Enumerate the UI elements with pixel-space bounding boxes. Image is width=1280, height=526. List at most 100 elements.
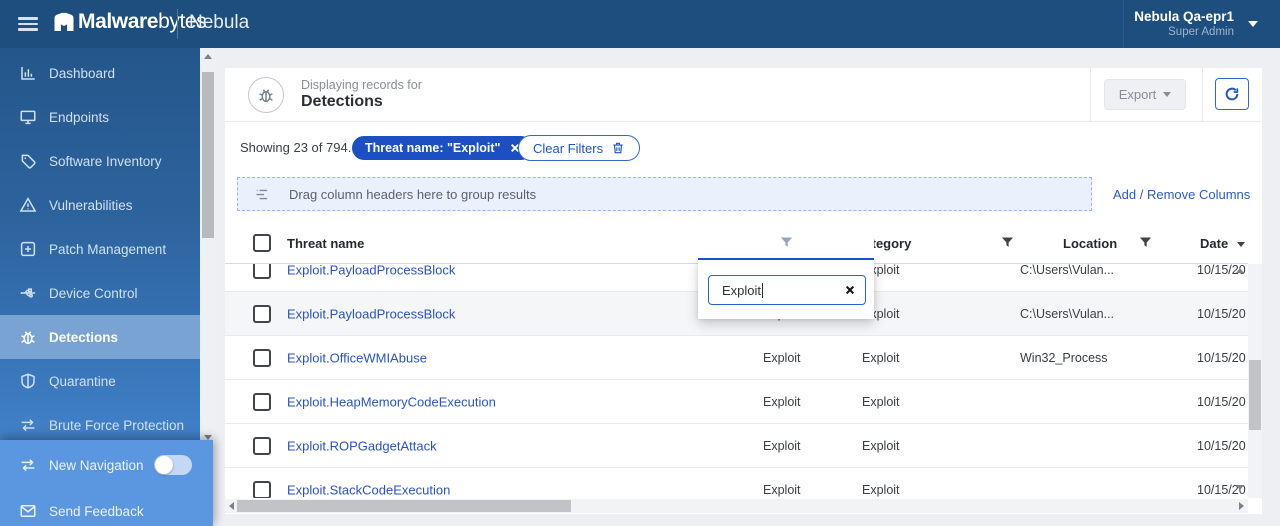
group-drop-zone[interactable]: Drag column headers here to group result…	[237, 177, 1092, 211]
category-cell: Exploit	[862, 350, 900, 365]
vertical-scrollbar-thumb[interactable]	[1249, 360, 1261, 430]
select-all-checkbox[interactable]	[253, 234, 271, 252]
text-cursor	[762, 282, 764, 298]
sidebar-item-patch-management[interactable]: Patch Management	[0, 227, 200, 271]
column-header-location[interactable]: Location	[1063, 236, 1117, 251]
row-checkbox[interactable]	[253, 264, 271, 279]
clear-filters-label: Clear Filters	[533, 140, 604, 156]
sidebar-item-software-inventory[interactable]: Software Inventory	[0, 139, 200, 183]
header-divider	[1202, 68, 1203, 122]
column-header-threat-name[interactable]: Threat name	[287, 236, 364, 251]
export-button[interactable]: Export	[1104, 79, 1186, 110]
showing-count: Showing 23 of 794.	[240, 140, 352, 155]
sidebar-item-label: Patch Management	[49, 241, 167, 257]
brand-bold: Malware	[78, 10, 159, 33]
sidebar-item-label: Brute Force Protection	[49, 417, 185, 433]
grid-scroll-up-icon[interactable]	[1236, 268, 1244, 273]
add-remove-columns-link[interactable]: Add / Remove Columns	[1113, 187, 1250, 202]
sidebar-item-label: Vulnerabilities	[49, 197, 133, 213]
envelope-icon	[20, 505, 36, 517]
row-checkbox[interactable]	[253, 393, 271, 411]
row-checkbox[interactable]	[253, 481, 271, 498]
swap-arrows-icon	[21, 419, 35, 432]
sidebar-item-label: Endpoints	[49, 109, 110, 125]
new-navigation-item[interactable]: New Navigation	[0, 447, 213, 483]
shield-icon	[21, 373, 35, 389]
account-role: Super Admin	[1168, 26, 1234, 38]
export-label: Export	[1118, 87, 1157, 102]
header-divider	[1090, 68, 1091, 122]
table-row: Exploit.OfficeWMIAbuse Exploit Exploit W…	[225, 336, 1248, 380]
column-filter-popup: Exploit	[698, 227, 874, 319]
bug-icon	[21, 331, 35, 345]
close-icon	[845, 285, 855, 295]
malwarebytes-m-icon	[54, 12, 74, 31]
group-hint-text: Drag column headers here to group result…	[289, 186, 537, 202]
table-horizontal-scrollbar[interactable]	[225, 499, 1248, 513]
sort-caret-down-icon[interactable]	[1237, 242, 1245, 247]
table-row: Exploit.ROPGadgetAttack Exploit Exploit …	[225, 424, 1248, 468]
sidebar-scrollbar-thumb[interactable]	[202, 72, 214, 238]
sidebar-item-detections[interactable]: Detections	[0, 315, 200, 359]
toggle-knob	[154, 456, 173, 474]
page-subtitle: Displaying records for	[301, 78, 422, 92]
grid-scroll-down-icon[interactable]	[1236, 485, 1244, 490]
warning-triangle-icon	[19, 197, 37, 212]
sidebar-item-endpoints[interactable]: Endpoints	[0, 95, 200, 139]
filter-funnel-icon[interactable]	[1000, 235, 1015, 250]
filter-popup-body: Exploit	[698, 260, 874, 319]
account-menu[interactable]: Nebula Qa-epr1 Super Admin	[1134, 8, 1234, 39]
clear-filters-button[interactable]: Clear Filters	[518, 135, 641, 161]
page-title: Detections	[301, 93, 383, 110]
hamburger-menu-icon[interactable]	[18, 17, 38, 31]
filter-popup-header[interactable]	[698, 227, 874, 260]
horizontal-scrollbar-thumb[interactable]	[237, 500, 571, 512]
sidebar-item-label: Dashboard	[49, 65, 116, 81]
new-navigation-toggle[interactable]	[153, 455, 192, 475]
detections-card: Displaying records for Detections Export…	[225, 68, 1262, 514]
sidebar-scrollbar[interactable]	[201, 48, 215, 446]
threat-name-filter-chip[interactable]: Threat name: "Exploit"	[352, 136, 533, 160]
threat-name-link[interactable]: Exploit.HeapMemoryCodeExecution	[287, 394, 496, 409]
refresh-button[interactable]	[1215, 78, 1249, 110]
scroll-right-arrow-icon[interactable]	[1239, 502, 1244, 510]
group-columns-icon	[256, 189, 268, 199]
date-cell: 10/15/20	[1197, 350, 1246, 365]
action-cell: Exploit	[763, 482, 801, 497]
chevron-down-icon[interactable]	[1248, 21, 1258, 27]
app-name: Nebula	[189, 12, 250, 33]
column-header-date[interactable]: Date	[1200, 236, 1228, 251]
category-cell: Exploit	[862, 438, 900, 453]
new-navigation-label: New Navigation	[49, 457, 144, 473]
threat-name-link[interactable]: Exploit.StackCodeExecution	[287, 482, 450, 497]
filter-funnel-icon[interactable]	[1138, 235, 1153, 250]
sidebar-item-device-control[interactable]: Device Control	[0, 271, 200, 315]
table-vertical-scrollbar[interactable]	[1248, 264, 1262, 498]
category-cell: Exploit	[862, 394, 900, 409]
plus-square-icon	[20, 241, 36, 257]
usb-icon	[20, 288, 36, 298]
sidebar-item-dashboard[interactable]: Dashboard	[0, 51, 200, 95]
threat-name-link[interactable]: Exploit.ROPGadgetAttack	[287, 438, 437, 453]
table-row: Exploit.HeapMemoryCodeExecution Exploit …	[225, 380, 1248, 424]
filter-text-input[interactable]: Exploit	[708, 275, 866, 305]
malwarebytes-logo: Malware bytes	[52, 10, 207, 34]
send-feedback-item[interactable]: Send Feedback	[0, 493, 213, 526]
sidebar-item-quarantine[interactable]: Quarantine	[0, 359, 200, 403]
clear-input-button[interactable]	[845, 285, 855, 295]
detections-page-icon	[248, 77, 284, 113]
row-checkbox[interactable]	[253, 349, 271, 367]
tag-icon	[21, 154, 36, 169]
threat-name-link[interactable]: Exploit.OfficeWMIAbuse	[287, 350, 427, 365]
sidebar-item-vulnerabilities[interactable]: Vulnerabilities	[0, 183, 200, 227]
scroll-up-arrow-icon[interactable]	[204, 54, 212, 59]
location-cell: C:\Users\Vulan...	[1020, 264, 1115, 277]
scroll-left-arrow-icon[interactable]	[229, 502, 234, 510]
threat-name-link[interactable]: Exploit.PayloadProcessBlock	[287, 306, 455, 321]
threat-name-link[interactable]: Exploit.PayloadProcessBlock	[287, 264, 455, 278]
dashboard-icon	[21, 67, 35, 80]
filter-funnel-icon	[780, 237, 792, 247]
row-checkbox[interactable]	[253, 437, 271, 455]
nebula-console: Malware bytes Nebula Nebula Qa-epr1 Super…	[0, 0, 1280, 526]
row-checkbox[interactable]	[253, 305, 271, 323]
